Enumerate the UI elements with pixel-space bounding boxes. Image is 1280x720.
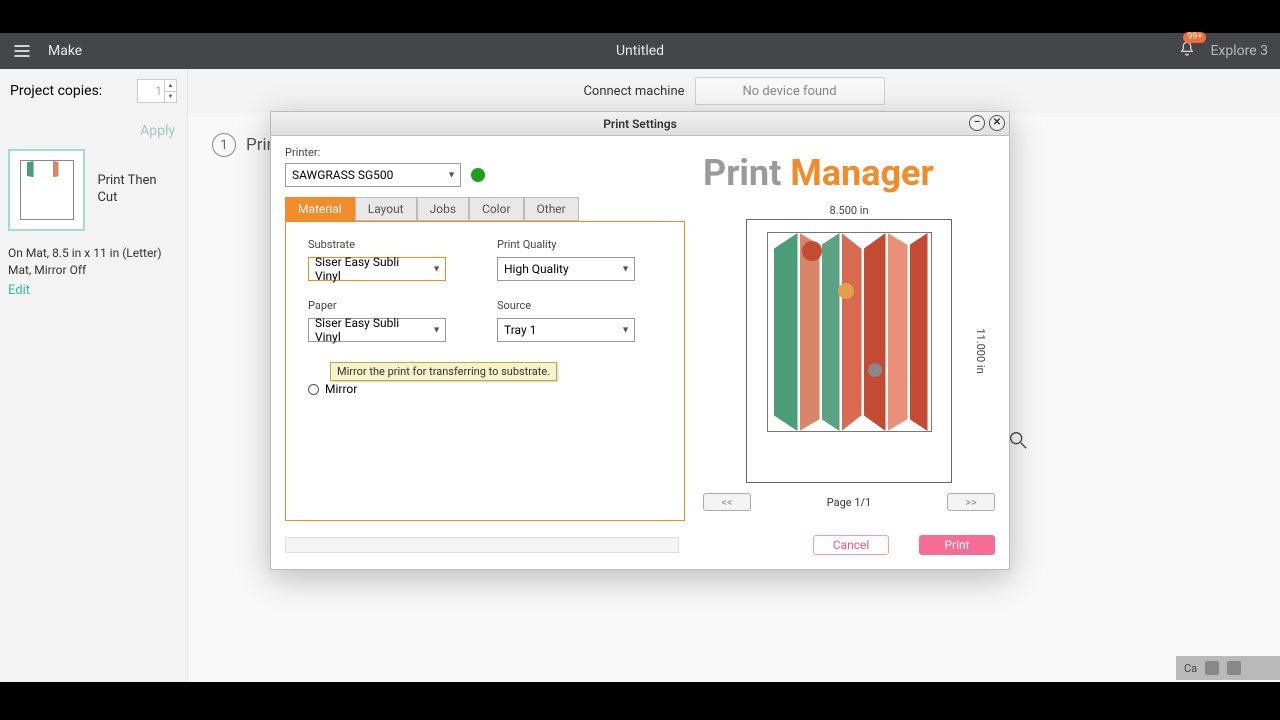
second-row: Project copies: 1 ▲▼ Connect machine No … (0, 69, 1280, 113)
quality-select[interactable]: High Quality▼ (497, 257, 635, 281)
page-width-label: 8.500 in (703, 204, 995, 217)
cancel-button[interactable]: Cancel (813, 535, 889, 555)
artwork-preview (767, 232, 932, 432)
page-counter: Page 1/1 (827, 496, 872, 509)
chevron-down-icon: ▼ (447, 170, 456, 181)
print-settings-modal: Print Settings – ✕ Printer: SAWGRASS SG5… (270, 111, 1010, 570)
mirror-radio[interactable] (308, 384, 319, 395)
mat-info: On Mat, 8.5 in x 11 in (Letter) Mat, Mir… (8, 245, 179, 279)
substrate-label: Substrate (308, 238, 473, 251)
printer-select[interactable]: SAWGRASS SG500▼ (285, 163, 461, 187)
tab-color[interactable]: Color (469, 197, 523, 221)
thumb-label: Print Then Cut (97, 173, 179, 207)
menu-button[interactable] (0, 41, 44, 61)
copies-label: Project copies: (10, 83, 102, 99)
paper-label: Paper (308, 299, 473, 312)
mat-thumbnail[interactable] (8, 149, 85, 231)
minimize-button[interactable]: – (969, 115, 985, 131)
next-page-button[interactable]: >> (947, 493, 995, 511)
settings-tabs: Material Layout Jobs Color Other (285, 197, 685, 221)
notification-badge: 99+ (1183, 32, 1206, 43)
sidebar: Apply Print Then Cut On Mat, 8.5 in x 11… (0, 113, 188, 682)
chevron-down-icon: ▼ (432, 264, 441, 275)
chevron-down-icon: ▼ (432, 325, 441, 336)
modal-titlebar: Print Settings – ✕ (271, 112, 1009, 136)
notifications-button[interactable]: 99+ (1178, 40, 1196, 62)
hamburger-icon (12, 41, 32, 61)
paper-select[interactable]: Siser Easy Subli Vinyl▼ (308, 318, 446, 342)
printer-label: Printer: (285, 146, 685, 159)
magnifier-icon (1007, 429, 1029, 451)
progress-bar (285, 537, 679, 553)
edit-link[interactable]: Edit (8, 283, 179, 298)
print-manager-logo: Print Manager (703, 152, 995, 194)
chevron-down-icon: ▼ (621, 264, 630, 275)
topbar: Make Untitled 99+ Explore 3 (0, 33, 1280, 69)
tab-material[interactable]: Material (285, 197, 355, 221)
zoom-button[interactable] (1007, 429, 1029, 455)
mirror-label: Mirror (325, 382, 357, 396)
page-preview (746, 219, 952, 483)
pill-icon-2 (1227, 661, 1241, 675)
document-title: Untitled (616, 43, 664, 59)
bottom-right-pill[interactable]: Ca (1176, 656, 1280, 680)
pill-icon-1 (1205, 661, 1219, 675)
printer-status-dot (471, 168, 485, 182)
substrate-select[interactable]: Siser Easy Subli Vinyl▼ (308, 257, 446, 281)
copies-down[interactable]: ▼ (164, 92, 176, 103)
tab-layout[interactable]: Layout (355, 197, 417, 221)
copies-input[interactable]: 1 ▲▼ (137, 79, 177, 103)
make-label: Make (48, 43, 82, 59)
copies-up[interactable]: ▲ (164, 80, 176, 92)
mirror-tooltip: Mirror the print for transferring to sub… (330, 362, 557, 381)
device-dropdown[interactable]: No device found (695, 77, 885, 105)
step-number: 1 (212, 133, 236, 157)
source-label: Source (497, 299, 662, 312)
apply-button[interactable]: Apply (140, 123, 175, 139)
quality-label: Print Quality (497, 238, 662, 251)
close-button[interactable]: ✕ (989, 115, 1005, 131)
print-button[interactable]: Print (919, 535, 995, 555)
chevron-down-icon: ▼ (621, 325, 630, 336)
prev-page-button[interactable]: << (703, 493, 751, 511)
tab-other[interactable]: Other (524, 197, 579, 221)
connect-machine-label: Connect machine (583, 84, 684, 99)
machine-label: Explore 3 (1210, 43, 1268, 59)
page-height-label: 11.000 in (974, 328, 987, 373)
tab-jobs[interactable]: Jobs (417, 197, 469, 221)
source-select[interactable]: Tray 1▼ (497, 318, 635, 342)
